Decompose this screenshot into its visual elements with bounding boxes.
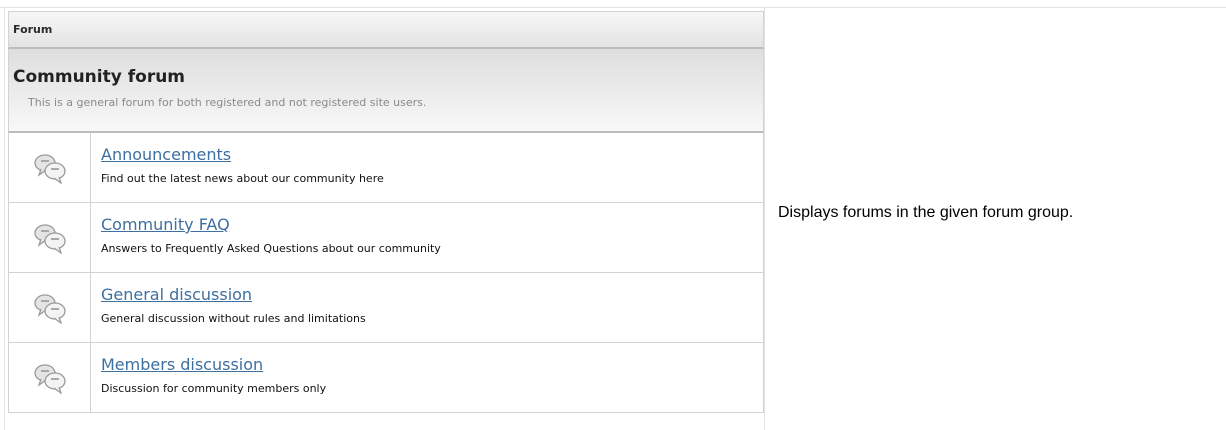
forum-description: Answers to Frequently Asked Questions ab… [101, 242, 441, 255]
forum-group-description: This is a general forum for both registe… [28, 96, 427, 109]
forum-panel: Forum Community forum This is a general … [8, 11, 764, 430]
forum-description: Find out the latest news about our commu… [101, 172, 384, 185]
forum-row-community-faq: Community FAQ Answers to Frequently Aske… [8, 203, 764, 273]
forum-info: General discussion General discussion wi… [91, 273, 366, 342]
forum-link-announcements[interactable]: Announcements [101, 145, 384, 165]
forum-description: General discussion without rules and lim… [101, 312, 366, 325]
chat-bubbles-icon [33, 222, 67, 254]
forum-link-community-faq[interactable]: Community FAQ [101, 215, 441, 235]
forum-link-general-discussion[interactable]: General discussion [101, 285, 366, 305]
frame-left-border [4, 8, 5, 430]
forum-icon-cell [9, 343, 91, 412]
forum-panel-title: Forum [13, 23, 53, 36]
forum-row-announcements: Announcements Find out the latest news a… [8, 133, 764, 203]
forum-icon-cell [9, 203, 91, 272]
forum-link-members-discussion[interactable]: Members discussion [101, 355, 326, 375]
column-divider [764, 8, 765, 430]
forum-row-general-discussion: General discussion General discussion wi… [8, 273, 764, 343]
web-part-description: Displays forums in the given forum group… [778, 204, 1074, 221]
forum-panel-header: Forum [8, 11, 764, 49]
forum-info: Members discussion Discussion for commun… [91, 343, 326, 412]
forum-icon-cell [9, 133, 91, 202]
frame-top-border [0, 0, 1226, 8]
chat-bubbles-icon [33, 362, 67, 394]
forum-group-title: Community forum [13, 67, 186, 87]
forum-description: Discussion for community members only [101, 382, 327, 395]
forum-group-header: Community forum This is a general forum … [8, 49, 764, 133]
forum-info: Community FAQ Answers to Frequently Aske… [91, 203, 441, 272]
chat-bubbles-icon [33, 152, 67, 184]
forum-icon-cell [9, 273, 91, 342]
chat-bubbles-icon [33, 292, 67, 324]
forum-row-members-discussion: Members discussion Discussion for commun… [8, 343, 764, 413]
forum-info: Announcements Find out the latest news a… [91, 133, 384, 202]
